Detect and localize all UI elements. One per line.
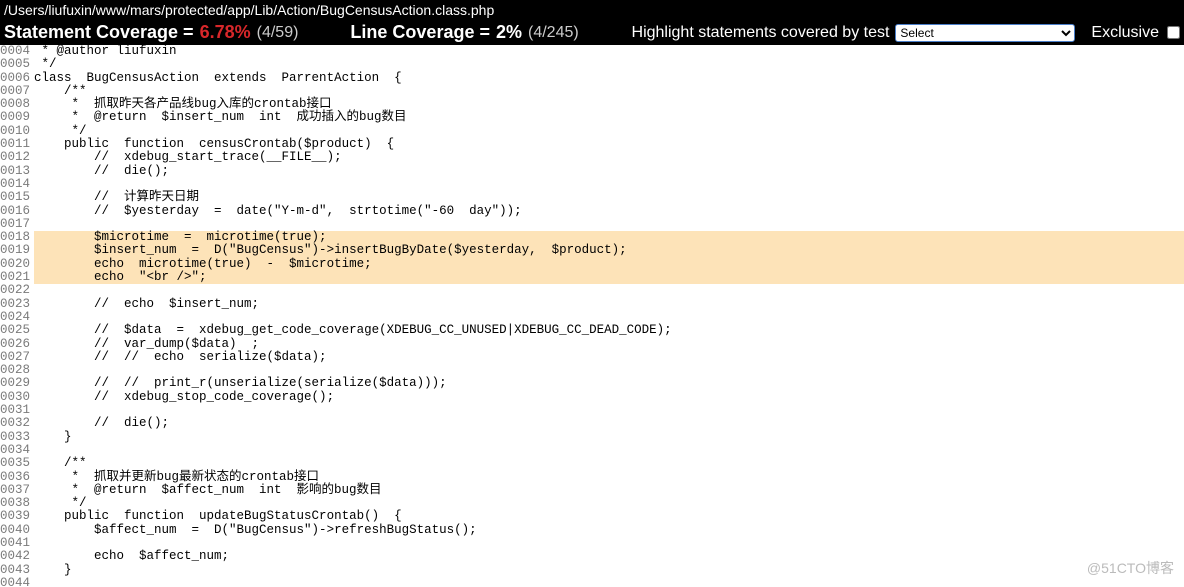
code-line <box>34 178 1184 191</box>
code-line: } <box>34 431 1184 444</box>
code-line: // echo $insert_num; <box>34 298 1184 311</box>
code-line: // $yesterday = date("Y-m-d", strtotime(… <box>34 205 1184 218</box>
code-line <box>34 311 1184 324</box>
stmt-coverage-label: Statement Coverage = <box>4 22 194 43</box>
code-line: * @return $affect_num int 影响的bug数目 <box>34 484 1184 497</box>
code-line: /** <box>34 457 1184 470</box>
coverage-stats-bar: Statement Coverage = 6.78% (4/59) Line C… <box>0 20 1184 45</box>
code-line: // // echo serialize($data); <box>34 351 1184 364</box>
code-viewer: 0004 0005 0006 0007 0008 0009 0010 0011 … <box>0 45 1184 587</box>
highlight-by-test-label: Highlight statements covered by test <box>632 24 890 42</box>
covered-line: echo microtime(true) - $microtime; <box>34 258 1184 271</box>
exclusive-label: Exclusive <box>1091 24 1159 42</box>
code-line: public function updateBugStatusCrontab()… <box>34 510 1184 523</box>
watermark: @51CTO博客 <box>1087 558 1174 578</box>
exclusive-checkbox[interactable] <box>1167 26 1180 39</box>
covered-line: $microtime = microtime(true); <box>34 231 1184 244</box>
line-coverage-pct: 2% <box>496 22 522 43</box>
code-line: } <box>34 564 1184 577</box>
code-line <box>34 537 1184 550</box>
code-line <box>34 444 1184 457</box>
code-line <box>34 577 1184 587</box>
stmt-coverage-pct: 6.78% <box>200 22 251 43</box>
code-line: // // print_r(unserialize(serialize($dat… <box>34 377 1184 390</box>
code-line: // 计算昨天日期 <box>34 191 1184 204</box>
stmt-coverage-counts: (4/59) <box>257 24 299 42</box>
code-line <box>34 218 1184 231</box>
code-line: // var_dump($data) ; <box>34 338 1184 351</box>
code-line <box>34 364 1184 377</box>
code-line: // die(); <box>34 165 1184 178</box>
line-coverage-label: Line Coverage = <box>350 22 490 43</box>
code-line: public function censusCrontab($product) … <box>34 138 1184 151</box>
file-path: /Users/liufuxin/www/mars/protected/app/L… <box>0 0 1184 20</box>
code-line: echo $affect_num; <box>34 550 1184 563</box>
code-line: */ <box>34 58 1184 71</box>
code-line: */ <box>34 497 1184 510</box>
code-line: // xdebug_stop_code_coverage(); <box>34 391 1184 404</box>
code-line: * @return $insert_num int 成功插入的bug数目 <box>34 111 1184 124</box>
covered-line: $insert_num = D("BugCensus")->insertBugB… <box>34 244 1184 257</box>
code-line <box>34 284 1184 297</box>
code-line <box>34 404 1184 417</box>
code-line: * 抓取并更新bug最新状态的crontab接口 <box>34 471 1184 484</box>
code-line: class BugCensusAction extends ParrentAct… <box>34 72 1184 85</box>
code-line: */ <box>34 125 1184 138</box>
line-coverage-counts: (4/245) <box>528 24 579 42</box>
covered-line: echo "<br />"; <box>34 271 1184 284</box>
code-line: // xdebug_start_trace(__FILE__); <box>34 151 1184 164</box>
code-line: $affect_num = D("BugCensus")->refreshBug… <box>34 524 1184 537</box>
code-line: // $data = xdebug_get_code_coverage(XDEB… <box>34 324 1184 337</box>
code-line: * @author liufuxin <box>34 45 1184 58</box>
line-number-gutter: 0004 0005 0006 0007 0008 0009 0010 0011 … <box>0 45 34 587</box>
source-code: * @author liufuxin */class BugCensusActi… <box>34 45 1184 587</box>
test-filter-select[interactable]: Select <box>895 24 1075 42</box>
code-line: // die(); <box>34 417 1184 430</box>
